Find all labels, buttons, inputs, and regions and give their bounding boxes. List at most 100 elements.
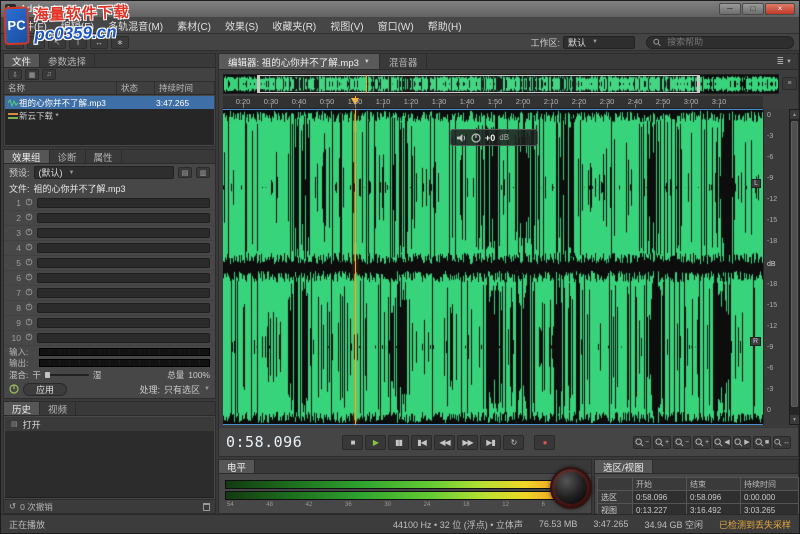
effect-slot[interactable]: 10 bbox=[4, 331, 215, 346]
power-icon[interactable] bbox=[25, 212, 33, 224]
zoom-out-amplitude-button[interactable]: − bbox=[633, 435, 651, 449]
file-row[interactable]: 新云下载 * bbox=[5, 109, 214, 122]
timeline-ruler[interactable]: 0:20 0:30 0:40 0:50 1:00 1:10 1:20 1:30 1:40 1:50… bbox=[223, 96, 763, 109]
process-value[interactable]: 只有选区 bbox=[164, 383, 200, 396]
search-box[interactable] bbox=[646, 35, 794, 49]
left-channel-tag[interactable]: L bbox=[751, 179, 761, 188]
effect-slot[interactable]: 1 bbox=[4, 196, 215, 211]
menu-item-4[interactable]: 效果(S) bbox=[218, 17, 265, 34]
workspace-select[interactable]: 默认 ▼ bbox=[563, 35, 635, 49]
power-icon[interactable] bbox=[25, 302, 33, 314]
panel-menu-icon[interactable]: ≣ ▼ bbox=[771, 54, 799, 69]
menu-item-6[interactable]: 视图(V) bbox=[323, 17, 370, 34]
effects-tab-0[interactable]: 效果组 bbox=[4, 150, 50, 164]
effect-slot[interactable]: 7 bbox=[4, 286, 215, 301]
playhead[interactable] bbox=[355, 109, 356, 425]
effect-slot[interactable]: 6 bbox=[4, 271, 215, 286]
selection-cell[interactable]: 0:58.096 bbox=[687, 491, 740, 503]
hud-gain-value[interactable]: +0 bbox=[485, 133, 495, 143]
trash-icon[interactable] bbox=[203, 502, 210, 511]
time-display[interactable]: 0:58.096 bbox=[226, 433, 312, 451]
effect-slot[interactable]: 3 bbox=[4, 226, 215, 241]
files-column-2[interactable]: 持续时间 bbox=[155, 82, 215, 94]
scrollbar-thumb[interactable] bbox=[791, 121, 798, 407]
files-tab-0[interactable]: 文件 bbox=[4, 54, 41, 68]
power-icon[interactable] bbox=[25, 197, 33, 209]
transport-stop-button[interactable]: ■ bbox=[342, 434, 363, 450]
apply-button[interactable]: 应用 bbox=[23, 382, 68, 396]
transport-play-button[interactable]: ▶ bbox=[365, 434, 386, 450]
gain-knob-icon[interactable] bbox=[471, 132, 481, 143]
db-ruler[interactable]: 0 -3 -6 -9 -12 -15 -18 dB -18 -15 -12 -9 -6 -3 0 bbox=[763, 109, 789, 425]
effects-tab-2[interactable]: 属性 bbox=[86, 150, 122, 164]
zoom-in-time-button[interactable]: + bbox=[693, 435, 711, 449]
effect-slot-field[interactable] bbox=[37, 198, 210, 208]
transport-rewind-button[interactable]: ◀◀ bbox=[434, 434, 455, 450]
selection-tab-0[interactable]: 选区/视图 bbox=[595, 460, 653, 474]
history-item[interactable]: ▤ 打开 bbox=[5, 417, 214, 431]
mixer-tab[interactable]: 混音器 bbox=[380, 54, 428, 69]
effect-slot-field[interactable] bbox=[37, 243, 210, 253]
files-tab-1[interactable]: 参数选择 bbox=[40, 54, 96, 68]
search-input[interactable] bbox=[665, 36, 787, 48]
import-file-icon[interactable]: ⇩ bbox=[8, 69, 22, 80]
rack-power-icon[interactable] bbox=[9, 384, 19, 394]
zoom-full-button[interactable]: ↔ bbox=[773, 435, 791, 449]
right-channel-tag[interactable]: R bbox=[749, 337, 761, 346]
selection-cell[interactable]: 0:00.000 bbox=[741, 491, 798, 503]
minimize-button[interactable]: ─ bbox=[719, 3, 741, 15]
transport-record-button[interactable]: ● bbox=[534, 434, 555, 450]
transport-loop-button[interactable]: ↻ bbox=[503, 434, 524, 450]
effect-slot-field[interactable] bbox=[37, 288, 210, 298]
effect-slot[interactable]: 2 bbox=[4, 211, 215, 226]
zoom-to-right-edge-button[interactable]: ▶ bbox=[733, 435, 751, 449]
files-column-1[interactable]: 状态 bbox=[117, 82, 155, 94]
power-icon[interactable] bbox=[25, 242, 33, 254]
effect-slot-field[interactable] bbox=[37, 303, 210, 313]
power-icon[interactable] bbox=[25, 332, 33, 344]
transport-skip-to-end-button[interactable]: ▶▮ bbox=[480, 434, 501, 450]
menu-item-5[interactable]: 收藏夹(R) bbox=[265, 17, 323, 34]
power-icon[interactable] bbox=[25, 227, 33, 239]
zoom-to-selection-button[interactable]: ■ bbox=[753, 435, 771, 449]
effect-slot[interactable]: 9 bbox=[4, 316, 215, 331]
waveform-display[interactable]: L R +0 dB bbox=[223, 109, 763, 425]
menu-item-7[interactable]: 窗口(W) bbox=[371, 17, 421, 34]
effect-slot-field[interactable] bbox=[37, 273, 210, 283]
mix-slider-knob[interactable] bbox=[44, 371, 50, 378]
history-tab-0[interactable]: 历史 bbox=[4, 402, 41, 416]
save-preset-icon[interactable]: ▤ bbox=[178, 167, 192, 178]
selection-cell[interactable]: 0:58.096 bbox=[633, 491, 686, 503]
history-tab-1[interactable]: 视频 bbox=[40, 402, 77, 416]
effect-slot-field[interactable] bbox=[37, 213, 210, 223]
close-button[interactable]: × bbox=[765, 3, 795, 15]
effect-slot[interactable]: 8 bbox=[4, 301, 215, 316]
transport-skip-to-start-button[interactable]: ▮◀ bbox=[411, 434, 432, 450]
mix-slider[interactable] bbox=[44, 371, 89, 378]
scroll-down-icon[interactable]: ▼ bbox=[790, 415, 799, 424]
power-icon[interactable] bbox=[25, 317, 33, 329]
effect-slot-field[interactable] bbox=[37, 318, 210, 328]
editor-tab[interactable]: 编辑器: 祖的心你并不了解.mp3 ▼ bbox=[219, 54, 380, 69]
zoom-out-time-button[interactable]: − bbox=[673, 435, 691, 449]
overview-strip[interactable] bbox=[223, 74, 779, 94]
media-icon[interactable]: ♫ bbox=[42, 69, 56, 80]
effect-slot-field[interactable] bbox=[37, 258, 210, 268]
effect-slot-field[interactable] bbox=[37, 228, 210, 238]
preset-select[interactable]: (默认) ▼ bbox=[33, 166, 174, 179]
delete-preset-icon[interactable]: ▥ bbox=[196, 167, 210, 178]
insert-multitrack-icon[interactable]: ▦ bbox=[25, 69, 39, 80]
menu-item-8[interactable]: 帮助(H) bbox=[421, 17, 469, 34]
effect-slot[interactable]: 4 bbox=[4, 241, 215, 256]
effect-slot[interactable]: 5 bbox=[4, 256, 215, 271]
vertical-scrollbar[interactable]: ▲ ▼ bbox=[789, 109, 799, 425]
scroll-up-icon[interactable]: ▲ bbox=[790, 110, 799, 119]
effect-slot-field[interactable] bbox=[37, 333, 210, 343]
transport-pause-button[interactable]: ▮▮ bbox=[388, 434, 409, 450]
menu-item-3[interactable]: 素材(C) bbox=[170, 17, 218, 34]
levels-tab-0[interactable]: 电平 bbox=[219, 460, 256, 474]
volume-hud[interactable]: +0 dB bbox=[450, 129, 538, 146]
zoom-to-left-edge-button[interactable]: ◀ bbox=[713, 435, 731, 449]
files-column-0[interactable]: 名称 bbox=[4, 82, 117, 94]
zoom-in-amplitude-button[interactable]: + bbox=[653, 435, 671, 449]
